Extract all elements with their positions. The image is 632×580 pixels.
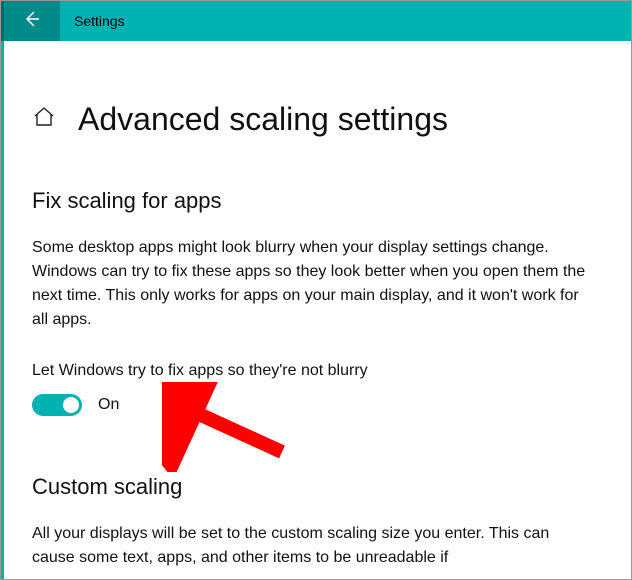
window-title: Settings [60, 13, 125, 29]
content-area: Advanced scaling settings Fix scaling fo… [1, 41, 631, 579]
toggle-fix-blurry-state: On [98, 396, 119, 414]
toggle-row: On [32, 394, 603, 416]
toggle-knob [63, 397, 79, 413]
toggle-fix-blurry[interactable] [32, 394, 82, 416]
section-custom-scaling-heading: Custom scaling [32, 474, 603, 500]
page-header: Advanced scaling settings [32, 101, 603, 138]
annotation-arrow-icon [162, 382, 302, 472]
titlebar: Settings [1, 1, 631, 41]
home-icon[interactable] [32, 105, 56, 134]
section-fix-scaling-heading: Fix scaling for apps [32, 188, 603, 214]
section-custom-scaling-description: All your displays will be set to the cus… [32, 522, 592, 570]
toggle-fix-blurry-label: Let Windows try to fix apps so they're n… [32, 362, 603, 380]
back-arrow-icon [22, 9, 42, 34]
section-fix-scaling-description: Some desktop apps might look blurry when… [32, 236, 592, 332]
back-button[interactable] [4, 1, 60, 41]
page-title: Advanced scaling settings [78, 101, 448, 138]
